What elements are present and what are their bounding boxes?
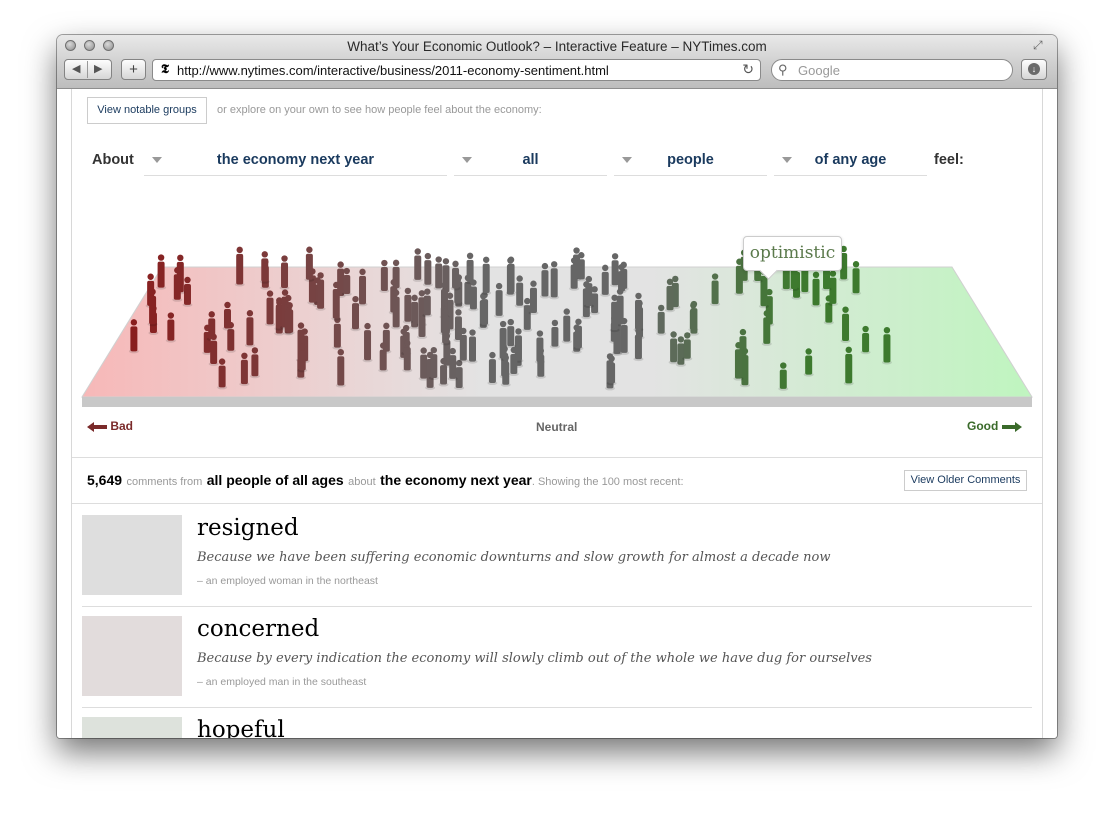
search-icon: ⚲ bbox=[778, 62, 788, 77]
view-notable-groups-button[interactable]: View notable groups bbox=[87, 97, 207, 124]
resize-icon[interactable]: ⤢ bbox=[1033, 38, 1047, 52]
about-label: About bbox=[92, 152, 134, 168]
site-favicon: 𝕿 bbox=[161, 62, 169, 77]
summary-group: all people of all ages bbox=[206, 472, 344, 488]
back-arrow-icon[interactable]: ◀ bbox=[72, 62, 80, 75]
comment-item[interactable]: concerned Because by every indication th… bbox=[82, 606, 1032, 708]
platform-edge bbox=[82, 397, 1032, 407]
group-select-value: people bbox=[667, 152, 714, 168]
explore-text: or explore on your own to see how people… bbox=[217, 104, 542, 116]
axis-bad-label: Bad bbox=[110, 419, 134, 433]
search-field[interactable]: ⚲ Google bbox=[771, 59, 1013, 81]
comment-quote: Because we have been suffering economic … bbox=[197, 550, 831, 565]
page-border-right bbox=[1042, 89, 1043, 738]
reload-icon[interactable]: ↻ bbox=[742, 61, 754, 78]
sentiment-tooltip: optimistic bbox=[743, 236, 842, 271]
sentiment-chart[interactable] bbox=[57, 229, 1057, 409]
comment-thumbnail bbox=[82, 717, 182, 738]
right-arrow-icon bbox=[1001, 421, 1022, 432]
person-figure[interactable] bbox=[379, 259, 390, 293]
comment-sentiment-word: hopeful bbox=[197, 717, 285, 738]
comment-item[interactable]: hopeful bbox=[82, 707, 1032, 738]
axis-good-label: Good bbox=[967, 419, 999, 433]
age-select-value: of any age bbox=[814, 152, 887, 168]
person-figure[interactable] bbox=[481, 256, 492, 295]
comments-summary: 5,649 comments from all people of all ag… bbox=[87, 472, 684, 490]
plus-icon[interactable]: + bbox=[121, 59, 146, 80]
topic-select-value: the economy next year bbox=[216, 152, 375, 168]
comment-author: – an employed woman in the northeast bbox=[197, 575, 378, 587]
summary-text-2: about bbox=[348, 476, 376, 488]
section-divider bbox=[72, 503, 1042, 504]
address-bar[interactable]: 𝕿 http://www.nytimes.com/interactive/bus… bbox=[152, 59, 761, 81]
browser-toolbar: What’s Your Economic Outlook? – Interact… bbox=[57, 35, 1057, 89]
person-figure[interactable] bbox=[234, 246, 245, 287]
summary-text-1: comments from bbox=[126, 476, 203, 488]
scope-select-value: all bbox=[522, 152, 539, 168]
summary-topic: the economy next year bbox=[380, 472, 532, 488]
download-button[interactable]: ↓ bbox=[1021, 59, 1047, 80]
view-older-comments-button[interactable]: View Older Comments bbox=[904, 470, 1027, 491]
feel-label: feel: bbox=[934, 152, 964, 168]
person-figure[interactable] bbox=[412, 248, 423, 282]
download-icon: ↓ bbox=[1028, 63, 1040, 75]
url-text[interactable]: http://www.nytimes.com/interactive/busin… bbox=[177, 63, 609, 78]
comment-count: 5,649 bbox=[87, 472, 123, 488]
axis-good: Good bbox=[967, 419, 1022, 433]
page-border-left bbox=[71, 89, 72, 738]
comment-thumbnail bbox=[82, 616, 182, 696]
comment-item[interactable]: resigned Because we have been suffering … bbox=[82, 505, 1032, 607]
comment-quote: Because by every indication the economy … bbox=[197, 651, 872, 666]
page-content: View notable groups or explore on your o… bbox=[57, 89, 1057, 738]
person-figure[interactable] bbox=[422, 252, 433, 287]
nav-divider bbox=[87, 61, 88, 78]
comment-author: – an employed man in the southeast bbox=[197, 676, 367, 688]
person-figure[interactable] bbox=[450, 260, 461, 291]
comment-sentiment-word: concerned bbox=[197, 616, 320, 642]
axis-bad: Bad bbox=[87, 419, 133, 433]
person-figure[interactable] bbox=[851, 261, 862, 296]
comment-sentiment-word: resigned bbox=[197, 515, 299, 541]
summary-text-3: . Showing the 100 most recent: bbox=[531, 476, 684, 488]
scope-select[interactable]: all bbox=[454, 145, 607, 176]
topic-select[interactable]: the economy next year bbox=[144, 145, 447, 176]
axis-neutral-label: Neutral bbox=[536, 420, 578, 434]
group-select[interactable]: people bbox=[614, 145, 767, 176]
person-figure[interactable] bbox=[391, 259, 402, 291]
section-divider bbox=[72, 457, 1042, 458]
search-placeholder: Google bbox=[798, 63, 840, 78]
window-title: What’s Your Economic Outlook? – Interact… bbox=[347, 39, 767, 54]
forward-arrow-icon[interactable]: ▶ bbox=[94, 62, 102, 75]
comment-thumbnail bbox=[82, 515, 182, 595]
left-arrow-icon bbox=[87, 421, 107, 432]
age-select[interactable]: of any age bbox=[774, 145, 927, 176]
nav-buttons: ◀ ▶ bbox=[64, 59, 112, 80]
browser-window: What’s Your Economic Outlook? – Interact… bbox=[57, 35, 1057, 738]
